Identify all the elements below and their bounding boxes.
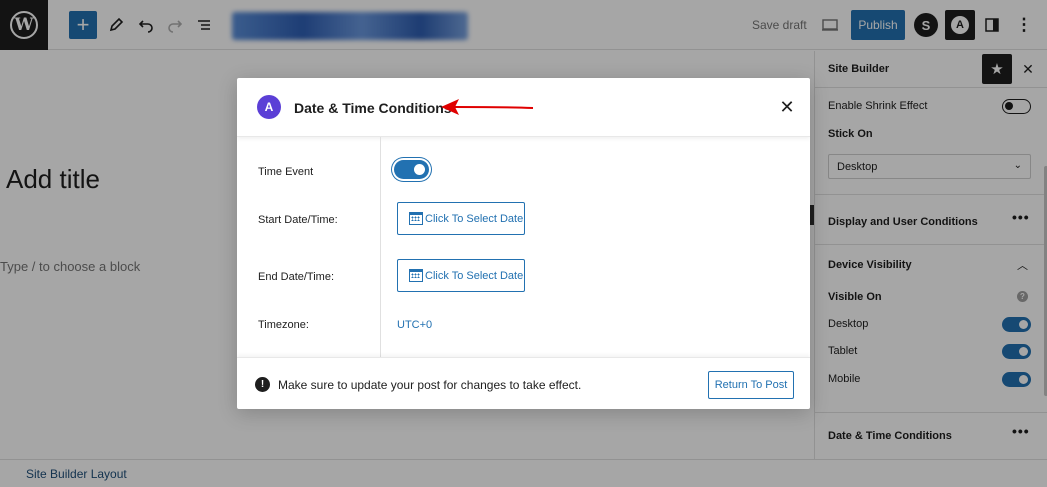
timezone-value-link[interactable]: UTC+0 [397, 319, 432, 331]
modal-title: Date & Time Conditions [294, 100, 452, 116]
time-event-toggle[interactable] [394, 160, 429, 179]
sidebar-resize-handle[interactable] [810, 205, 814, 225]
warning-icon: ! [255, 377, 270, 392]
calendar-icon [409, 212, 423, 225]
start-date-picker-button[interactable]: Click To Select Date [397, 202, 525, 235]
start-datetime-label: Start Date/Time: [258, 214, 338, 226]
calendar-icon [409, 269, 423, 282]
modal-close-button[interactable]: ✕ [776, 96, 798, 118]
modal-header: A Date & Time Conditions ✕ [237, 78, 810, 137]
astra-logo-icon: A [257, 95, 281, 119]
annotation-arrow-icon [441, 99, 534, 115]
modal-footer: ! Make sure to update your post for chan… [237, 357, 810, 409]
end-date-button-label: Click To Select Date [425, 269, 524, 282]
end-date-picker-button[interactable]: Click To Select Date [397, 259, 525, 292]
start-date-button-label: Click To Select Date [425, 212, 524, 225]
end-datetime-label: End Date/Time: [258, 271, 335, 283]
timezone-label: Timezone: [258, 319, 309, 331]
update-notice-text: Make sure to update your post for change… [278, 378, 582, 392]
column-divider [380, 137, 381, 357]
date-time-conditions-modal: A Date & Time Conditions ✕ Time Event St… [237, 78, 810, 409]
return-to-post-button[interactable]: Return To Post [708, 371, 794, 399]
time-event-label: Time Event [258, 166, 314, 178]
close-icon: ✕ [779, 96, 795, 117]
